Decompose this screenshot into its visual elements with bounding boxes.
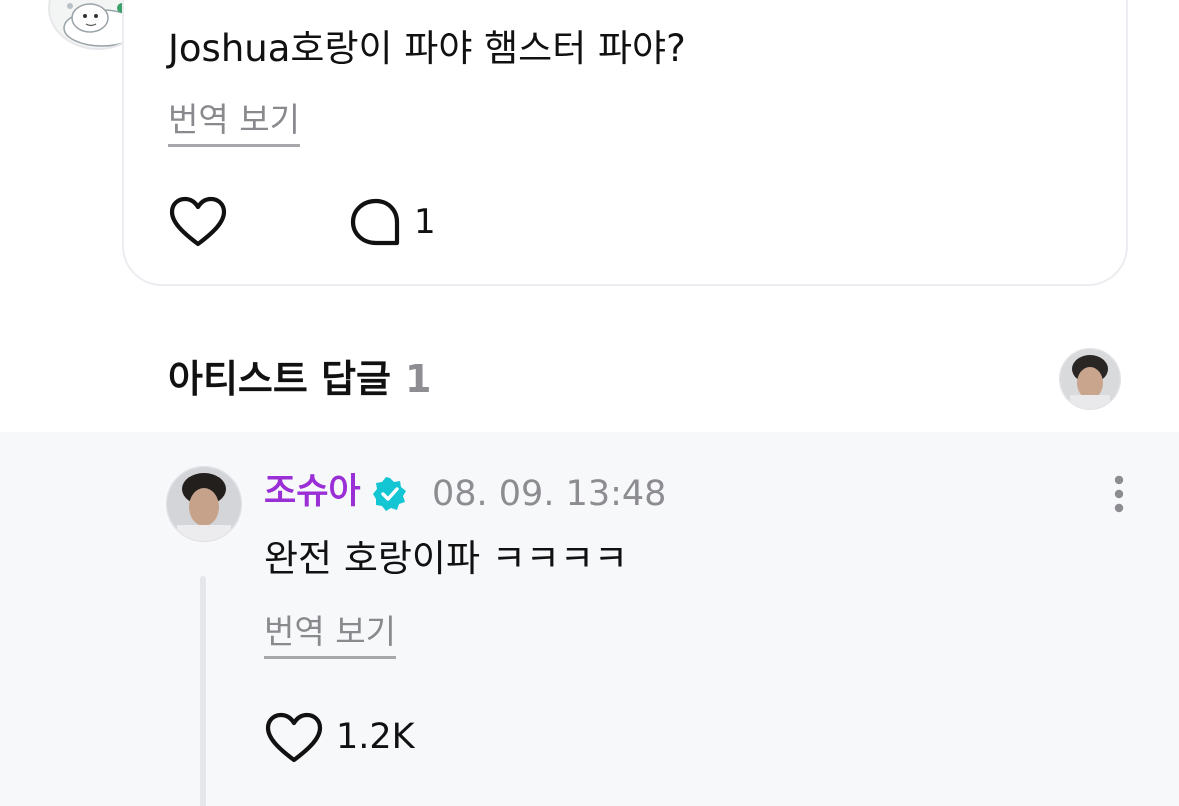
artist-replies-title: 아티스트 답글 1 <box>168 354 431 404</box>
post-comment-count: 1 <box>414 202 436 242</box>
reply-translate-link[interactable]: 번역 보기 <box>264 610 396 659</box>
reply-author-avatar[interactable] <box>166 466 242 542</box>
heart-outline-icon <box>169 196 227 247</box>
reply-text: 완전 호랑이파 ㅋㅋㅋㅋ <box>264 537 628 580</box>
post-comment-button[interactable] <box>348 196 404 250</box>
reply-author-name[interactable]: 조슈아 <box>264 468 361 516</box>
reply-more-options-button[interactable] <box>1104 472 1134 516</box>
post-translate-link[interactable]: 번역 보기 <box>168 98 300 147</box>
thread-line <box>200 576 206 806</box>
speech-bubble-icon <box>350 198 400 246</box>
verified-badge-icon <box>372 476 408 512</box>
post-text: Joshua호랑이 파야 햄스터 파야? <box>168 27 686 70</box>
reply-like-count: 1.2K <box>336 717 415 757</box>
reply-timestamp: 08. 09. 13:48 <box>432 474 667 514</box>
verified-check-icon <box>373 477 406 511</box>
more-vertical-icon <box>1114 475 1124 513</box>
artist-replies-count: 1 <box>405 357 432 401</box>
reply-like-button[interactable] <box>264 712 324 766</box>
artist-replies-label: 아티스트 답글 <box>168 357 391 401</box>
artist-profile-photo <box>1060 349 1120 409</box>
post-like-button[interactable] <box>168 196 228 250</box>
heart-outline-icon <box>265 712 323 763</box>
comments-page: Joshua호랑이 파야 햄스터 파야? 번역 보기 1 아티스트 답글 1 조… <box>0 0 1179 806</box>
artist-avatar[interactable] <box>1059 348 1121 410</box>
reply-author-photo <box>167 467 241 541</box>
